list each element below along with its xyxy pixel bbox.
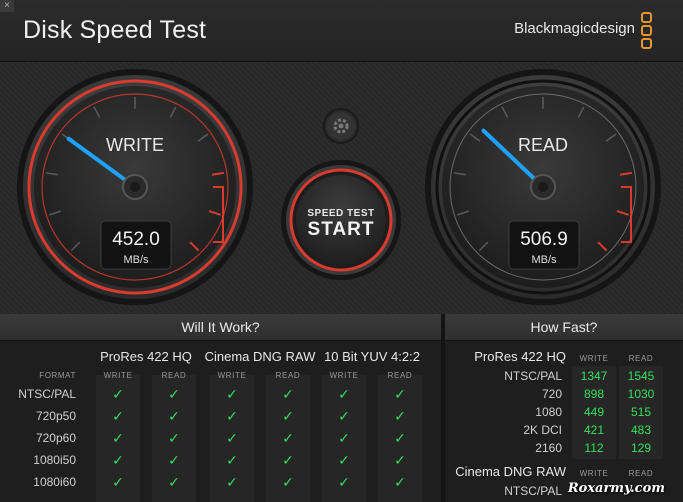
codec-header: Cinema DNG RAW xyxy=(204,349,316,364)
write-col-header: WRITE xyxy=(103,371,133,380)
check-icon: ✓ xyxy=(112,474,124,490)
watermark-text: Roxarmy.com xyxy=(567,481,665,496)
results-area: Will It Work? ProRes 422 HQ WRITE READ Cine… xyxy=(0,314,683,502)
format-col-header: FORMAT xyxy=(39,371,76,380)
check-icon: ✓ xyxy=(226,408,238,424)
how-fast-panel: How Fast? ProRes 422 HQ WRITE READ NTSC/PAL… xyxy=(445,314,683,502)
write-gauge-label: WRITE xyxy=(106,135,164,155)
check-icon: ✓ xyxy=(282,386,294,402)
hf-format-label: NTSC/PAL xyxy=(504,369,562,383)
hf-read-value: 1030 xyxy=(627,387,655,401)
hf-read-header: READ xyxy=(628,469,654,478)
read-col-header: READ xyxy=(387,371,413,380)
hf-write-value: 112 xyxy=(584,441,604,455)
hf-write-value: 898 xyxy=(583,387,605,401)
check-icon: ✓ xyxy=(394,386,406,402)
check-icon: ✓ xyxy=(226,430,238,446)
hf-write-value: 449 xyxy=(583,405,605,419)
check-icon: ✓ xyxy=(338,408,350,424)
hf-codec-header: Cinema DNG RAW xyxy=(455,464,566,479)
check-icon: ✓ xyxy=(168,430,180,446)
read-speed-unit: MB/s xyxy=(531,254,557,266)
check-icon: ✓ xyxy=(394,452,406,468)
start-button-line2: START xyxy=(308,219,375,240)
hf-codec-header: ProRes 422 HQ xyxy=(474,349,566,364)
hf-read-value: 1545 xyxy=(627,369,655,383)
read-speed-value: 506.9 xyxy=(520,229,568,250)
start-button-line1: SPEED TEST xyxy=(307,208,374,219)
check-icon: ✓ xyxy=(168,474,180,490)
check-icon: ✓ xyxy=(226,452,238,468)
read-col-header: READ xyxy=(161,371,187,380)
check-icon: ✓ xyxy=(282,474,294,490)
start-button[interactable]: SPEED TEST START xyxy=(281,160,401,280)
hf-format-label: 1080 xyxy=(535,405,562,419)
format-row-label: 720p50 xyxy=(35,409,76,423)
format-row-label: 1080i50 xyxy=(33,453,76,467)
brand-name: Blackmagicdesign xyxy=(514,20,635,37)
gauge-panel: WRITE 452.0 MB/s READ 506.9 MB/s SPEED T… xyxy=(0,62,683,314)
check-icon: ✓ xyxy=(338,474,350,490)
check-icon: ✓ xyxy=(168,408,180,424)
hf-read-value: 515 xyxy=(630,405,652,419)
hf-write-header: WRITE xyxy=(579,469,609,478)
check-icon: ✓ xyxy=(112,452,124,468)
will-it-work-panel: Will It Work? ProRes 422 HQ WRITE READ Cine… xyxy=(0,314,441,502)
check-icon: ✓ xyxy=(112,386,124,402)
read-gauge: READ 506.9 MB/s xyxy=(425,69,661,305)
title-bar: × Disk Speed Test Blackmagicdesign xyxy=(0,0,683,62)
check-icon: ✓ xyxy=(112,430,124,446)
check-icon: ✓ xyxy=(226,386,238,402)
check-icon: ✓ xyxy=(168,386,180,402)
hf-format-label: 2K DCI xyxy=(523,423,562,437)
check-icon: ✓ xyxy=(338,430,350,446)
gear-icon[interactable] xyxy=(323,108,359,144)
check-icon: ✓ xyxy=(394,430,406,446)
close-button[interactable]: × xyxy=(0,0,14,12)
how-fast-title: How Fast? xyxy=(445,314,683,341)
codec-header: ProRes 422 HQ xyxy=(100,349,192,364)
hf-read-value: 483 xyxy=(630,423,652,437)
format-row-label: NTSC/PAL xyxy=(18,387,76,401)
hf-format-label: 720 xyxy=(541,387,562,401)
hf-format-label: NTSC/PAL xyxy=(504,484,562,498)
blackmagic-logo-icon xyxy=(641,12,653,50)
hf-write-value: 421 xyxy=(583,423,605,437)
check-icon: ✓ xyxy=(394,474,406,490)
check-icon: ✓ xyxy=(282,408,294,424)
hf-read-header: READ xyxy=(628,354,654,363)
check-icon: ✓ xyxy=(168,452,180,468)
write-col-header: WRITE xyxy=(329,371,359,380)
format-row-label: 1080i60 xyxy=(33,475,76,489)
write-col-header: WRITE xyxy=(217,371,247,380)
hf-write-header: WRITE xyxy=(579,354,609,363)
check-icon: ✓ xyxy=(338,386,350,402)
hf-write-value: 1347 xyxy=(580,369,608,383)
will-it-work-title: Will It Work? xyxy=(0,314,441,341)
check-icon: ✓ xyxy=(394,408,406,424)
codec-header: 10 Bit YUV 4:2:2 xyxy=(324,349,420,364)
hf-format-label: 2160 xyxy=(535,441,562,455)
read-gauge-label: READ xyxy=(518,135,568,155)
check-icon: ✓ xyxy=(338,452,350,468)
check-icon: ✓ xyxy=(226,474,238,490)
write-speed-unit: MB/s xyxy=(123,254,149,266)
check-icon: ✓ xyxy=(112,408,124,424)
write-speed-value: 452.0 xyxy=(112,229,160,250)
format-row-label: 720p60 xyxy=(35,431,76,445)
hf-read-value: 129 xyxy=(630,441,652,455)
check-icon: ✓ xyxy=(282,452,294,468)
read-col-header: READ xyxy=(275,371,301,380)
app-title: Disk Speed Test xyxy=(23,16,207,44)
write-gauge: WRITE 452.0 MB/s xyxy=(17,69,253,305)
check-icon: ✓ xyxy=(282,430,294,446)
